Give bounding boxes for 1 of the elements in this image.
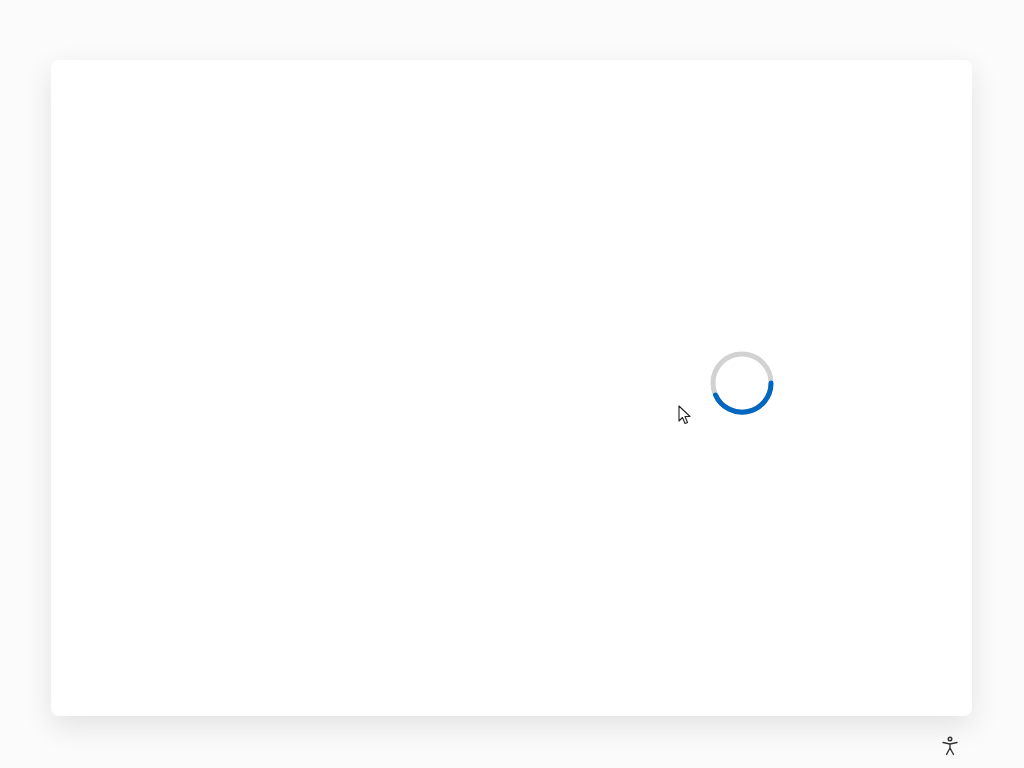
mouse-pointer-icon — [678, 405, 692, 425]
